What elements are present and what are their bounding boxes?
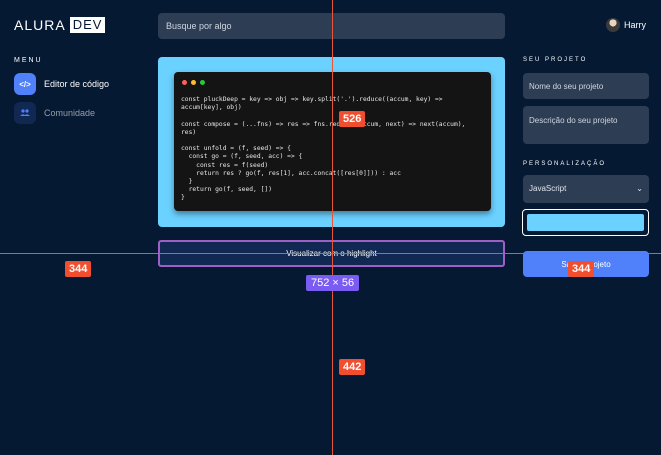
sidebar-item-editor[interactable]: </> Editor de código [14,73,109,95]
code-icon: </> [14,73,36,95]
language-select[interactable]: JavaScript ⌄ [523,175,649,203]
chevron-down-icon: ⌄ [636,184,643,193]
project-description-field[interactable]: Descrição do seu projeto [523,106,649,144]
menu-title: MENU [14,57,43,64]
minimize-dot-icon [191,80,196,85]
guide-vertical [332,0,333,455]
close-dot-icon [182,80,187,85]
color-picker[interactable] [522,209,649,236]
measure-right-tag: 344 [568,261,595,277]
sidebar-item-label: Editor de código [44,79,110,89]
window-dots [182,80,205,85]
logo-text: ALURA [14,17,66,33]
logo[interactable]: ALURA DEV [14,17,106,33]
color-swatch [527,214,644,231]
project-name-field[interactable]: Nome do seu projeto [523,73,649,99]
language-selected: JavaScript [529,184,567,193]
code-content[interactable]: const pluckDeep = key => obj => key.spli… [181,96,485,203]
sidebar-item-label: Comunidade [44,108,96,118]
measure-top-tag: 526 [339,111,366,127]
people-icon [14,102,36,124]
guide-horizontal [0,253,661,254]
logo-box: DEV [69,17,106,33]
sidebar-item-community[interactable]: Comunidade [14,102,95,124]
user-menu[interactable]: Harry [606,18,646,32]
personalization-title: PERSONALIZAÇÃO [523,161,607,167]
maximize-dot-icon [200,80,205,85]
avatar [606,18,620,32]
user-name: Harry [624,20,646,30]
measure-left-tag: 344 [65,261,92,277]
dimension-tag: 752 × 56 [306,275,360,291]
project-title: SEU PROJETO [523,57,588,63]
measure-bottom-tag: 442 [339,359,366,375]
